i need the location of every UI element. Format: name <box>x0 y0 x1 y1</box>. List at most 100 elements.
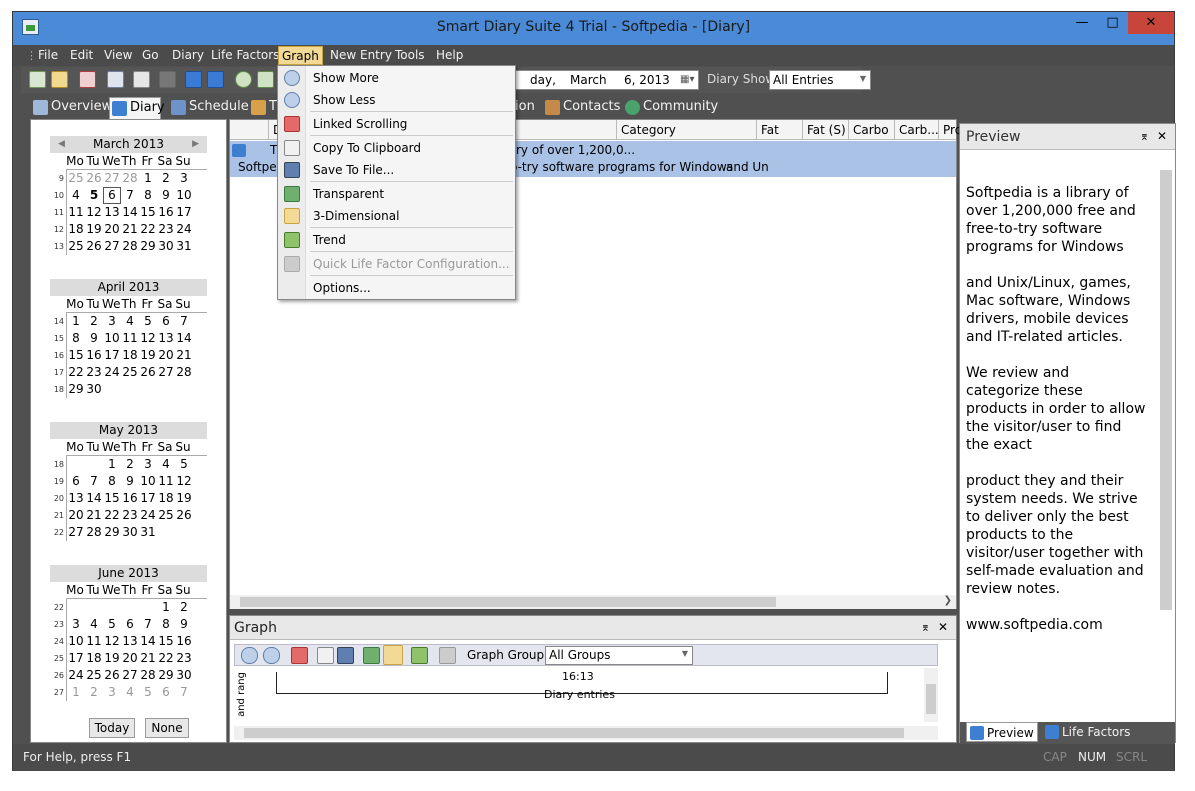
calendar-day[interactable]: 2 <box>85 313 103 330</box>
tab-schedule[interactable]: Schedule <box>169 97 249 119</box>
calendar-day[interactable]: 26 <box>85 170 103 187</box>
calendar-day[interactable]: 16 <box>121 490 139 507</box>
date-picker[interactable]: day, March 6, 2013 ▦▾ <box>503 70 699 90</box>
calendar-day[interactable]: 5 <box>139 313 157 330</box>
calendar-day[interactable]: 15 <box>157 633 175 650</box>
calendar-day[interactable]: 6 <box>157 684 175 701</box>
calendar-day[interactable] <box>139 599 157 616</box>
calendar-day[interactable]: 4 <box>157 456 175 473</box>
calendar-day[interactable]: 23 <box>121 507 139 524</box>
calendar-day[interactable]: 4 <box>67 187 85 204</box>
calendar-day[interactable]: 29 <box>157 667 175 684</box>
tab-contacts[interactable]: Contacts <box>543 97 620 119</box>
menu-tools[interactable]: Tools <box>392 48 428 62</box>
column-carbo[interactable]: Carbo <box>848 120 894 140</box>
calendar-day[interactable]: 7 <box>139 616 157 633</box>
column-fat[interactable]: Fat <box>756 120 802 140</box>
calendar-day[interactable]: 24 <box>139 507 157 524</box>
calendar-day[interactable]: 3 <box>67 616 85 633</box>
calendar-day[interactable]: 17 <box>175 204 193 221</box>
menu-item-trend[interactable]: Trend <box>278 229 515 251</box>
print-icon[interactable] <box>107 71 124 88</box>
calendar-day[interactable]: 17 <box>67 650 85 667</box>
calendar-day[interactable] <box>85 599 103 616</box>
calendar-day[interactable]: 9 <box>85 330 103 347</box>
calendar-day[interactable]: 1 <box>157 599 175 616</box>
scrollbar-thumb[interactable] <box>240 597 776 607</box>
calendar-day[interactable]: 22 <box>157 650 175 667</box>
scrollbar-thumb[interactable] <box>1160 170 1172 610</box>
calendar-day[interactable]: 3 <box>103 313 121 330</box>
scroll-right-icon[interactable]: ❯ <box>944 595 952 606</box>
calendar-day[interactable]: 13 <box>67 490 85 507</box>
calendar-day[interactable]: 24 <box>67 667 85 684</box>
calendar-day[interactable]: 15 <box>103 490 121 507</box>
calendar-day[interactable]: 29 <box>67 381 85 398</box>
calendar-day[interactable]: 11 <box>121 330 139 347</box>
next-month-icon[interactable]: ▶ <box>192 136 199 153</box>
menu-item-transparent[interactable]: Transparent <box>278 183 515 205</box>
calendar-day[interactable]: 12 <box>175 473 193 490</box>
calendar-day[interactable]: 24 <box>103 364 121 381</box>
calendar-day[interactable] <box>157 524 175 541</box>
calendar-day[interactable]: 27 <box>103 170 121 187</box>
calendar-day[interactable]: 5 <box>85 187 103 204</box>
pin-icon[interactable]: ⌆ <box>1140 130 1149 143</box>
menu-item-save-to-file[interactable]: Save To File... <box>278 159 515 181</box>
calendar-day[interactable]: 10 <box>67 633 85 650</box>
graph-group-select[interactable]: All Groups ▼ <box>545 646 693 665</box>
calendar-day[interactable]: 30 <box>121 524 139 541</box>
calendar-day[interactable]: 2 <box>121 456 139 473</box>
calendar-day[interactable]: 5 <box>139 684 157 701</box>
calendar-day[interactable]: 20 <box>103 221 121 238</box>
calendar-day[interactable]: 16 <box>175 633 193 650</box>
scrollbar-thumb[interactable] <box>244 728 904 738</box>
calendar-day[interactable]: 2 <box>157 170 175 187</box>
tab-community[interactable]: Community <box>623 97 718 119</box>
calendar-day[interactable]: 18 <box>157 490 175 507</box>
maximize-button[interactable]: □ <box>1098 12 1127 34</box>
edit-entry-icon[interactable] <box>51 71 68 88</box>
calendar-day[interactable]: 14 <box>121 204 139 221</box>
column-carb-s[interactable]: Carb... <box>894 120 939 140</box>
calendar-day[interactable]: 1 <box>67 313 85 330</box>
calendar-day[interactable]: 18 <box>67 221 85 238</box>
copy-icon[interactable] <box>317 647 334 664</box>
zoom-in-icon[interactable] <box>241 647 258 664</box>
calendar-day[interactable]: 13 <box>103 204 121 221</box>
today-button[interactable]: Today <box>89 718 135 738</box>
column-category[interactable]: Category <box>616 120 736 140</box>
calendar-day[interactable]: 19 <box>85 221 103 238</box>
calendar-day[interactable]: 20 <box>67 507 85 524</box>
new-entry-icon[interactable] <box>29 71 46 88</box>
calendar-day[interactable]: 26 <box>139 364 157 381</box>
pin-icon[interactable] <box>291 647 308 664</box>
clock-icon[interactable] <box>235 71 252 88</box>
calendar-day[interactable]: 19 <box>139 347 157 364</box>
title-bar[interactable]: Smart Diary Suite 4 Trial - Softpedia - … <box>13 12 1174 45</box>
menu-file[interactable]: File <box>35 48 61 62</box>
calendar-day[interactable]: 25 <box>67 238 85 255</box>
menu-item-show-more[interactable]: Show More <box>278 67 515 89</box>
calendar-day[interactable]: 21 <box>139 650 157 667</box>
column-fat-s[interactable]: Fat (S) <box>802 120 848 140</box>
calendar-day[interactable]: 17 <box>103 347 121 364</box>
calendar-day[interactable]: 8 <box>103 473 121 490</box>
calendar-day[interactable]: 10 <box>139 473 157 490</box>
calendar-day[interactable]: 18 <box>85 650 103 667</box>
calendar-day[interactable]: 29 <box>103 524 121 541</box>
calendar-day[interactable]: 22 <box>103 507 121 524</box>
calendar-day[interactable]: 15 <box>67 347 85 364</box>
calendar-day[interactable]: 30 <box>175 667 193 684</box>
calendar-day[interactable]: 10 <box>103 330 121 347</box>
calendar-day[interactable]: 27 <box>103 238 121 255</box>
calendar-day[interactable] <box>103 381 121 398</box>
calendar-day[interactable] <box>121 599 139 616</box>
graph-horizontal-scrollbar[interactable] <box>234 726 938 740</box>
month-calendar-march[interactable]: ◀ March 2013 ▶ Mo Tu We Th Fr Sa Su 9 25 26 27 28 1… <box>50 136 207 255</box>
calendar-day[interactable]: 12 <box>103 633 121 650</box>
calendar-day[interactable]: 25 <box>157 507 175 524</box>
calendar-day[interactable]: 17 <box>139 490 157 507</box>
tab-diary[interactable]: Diary <box>109 97 165 119</box>
calendar-day[interactable]: 11 <box>67 204 85 221</box>
